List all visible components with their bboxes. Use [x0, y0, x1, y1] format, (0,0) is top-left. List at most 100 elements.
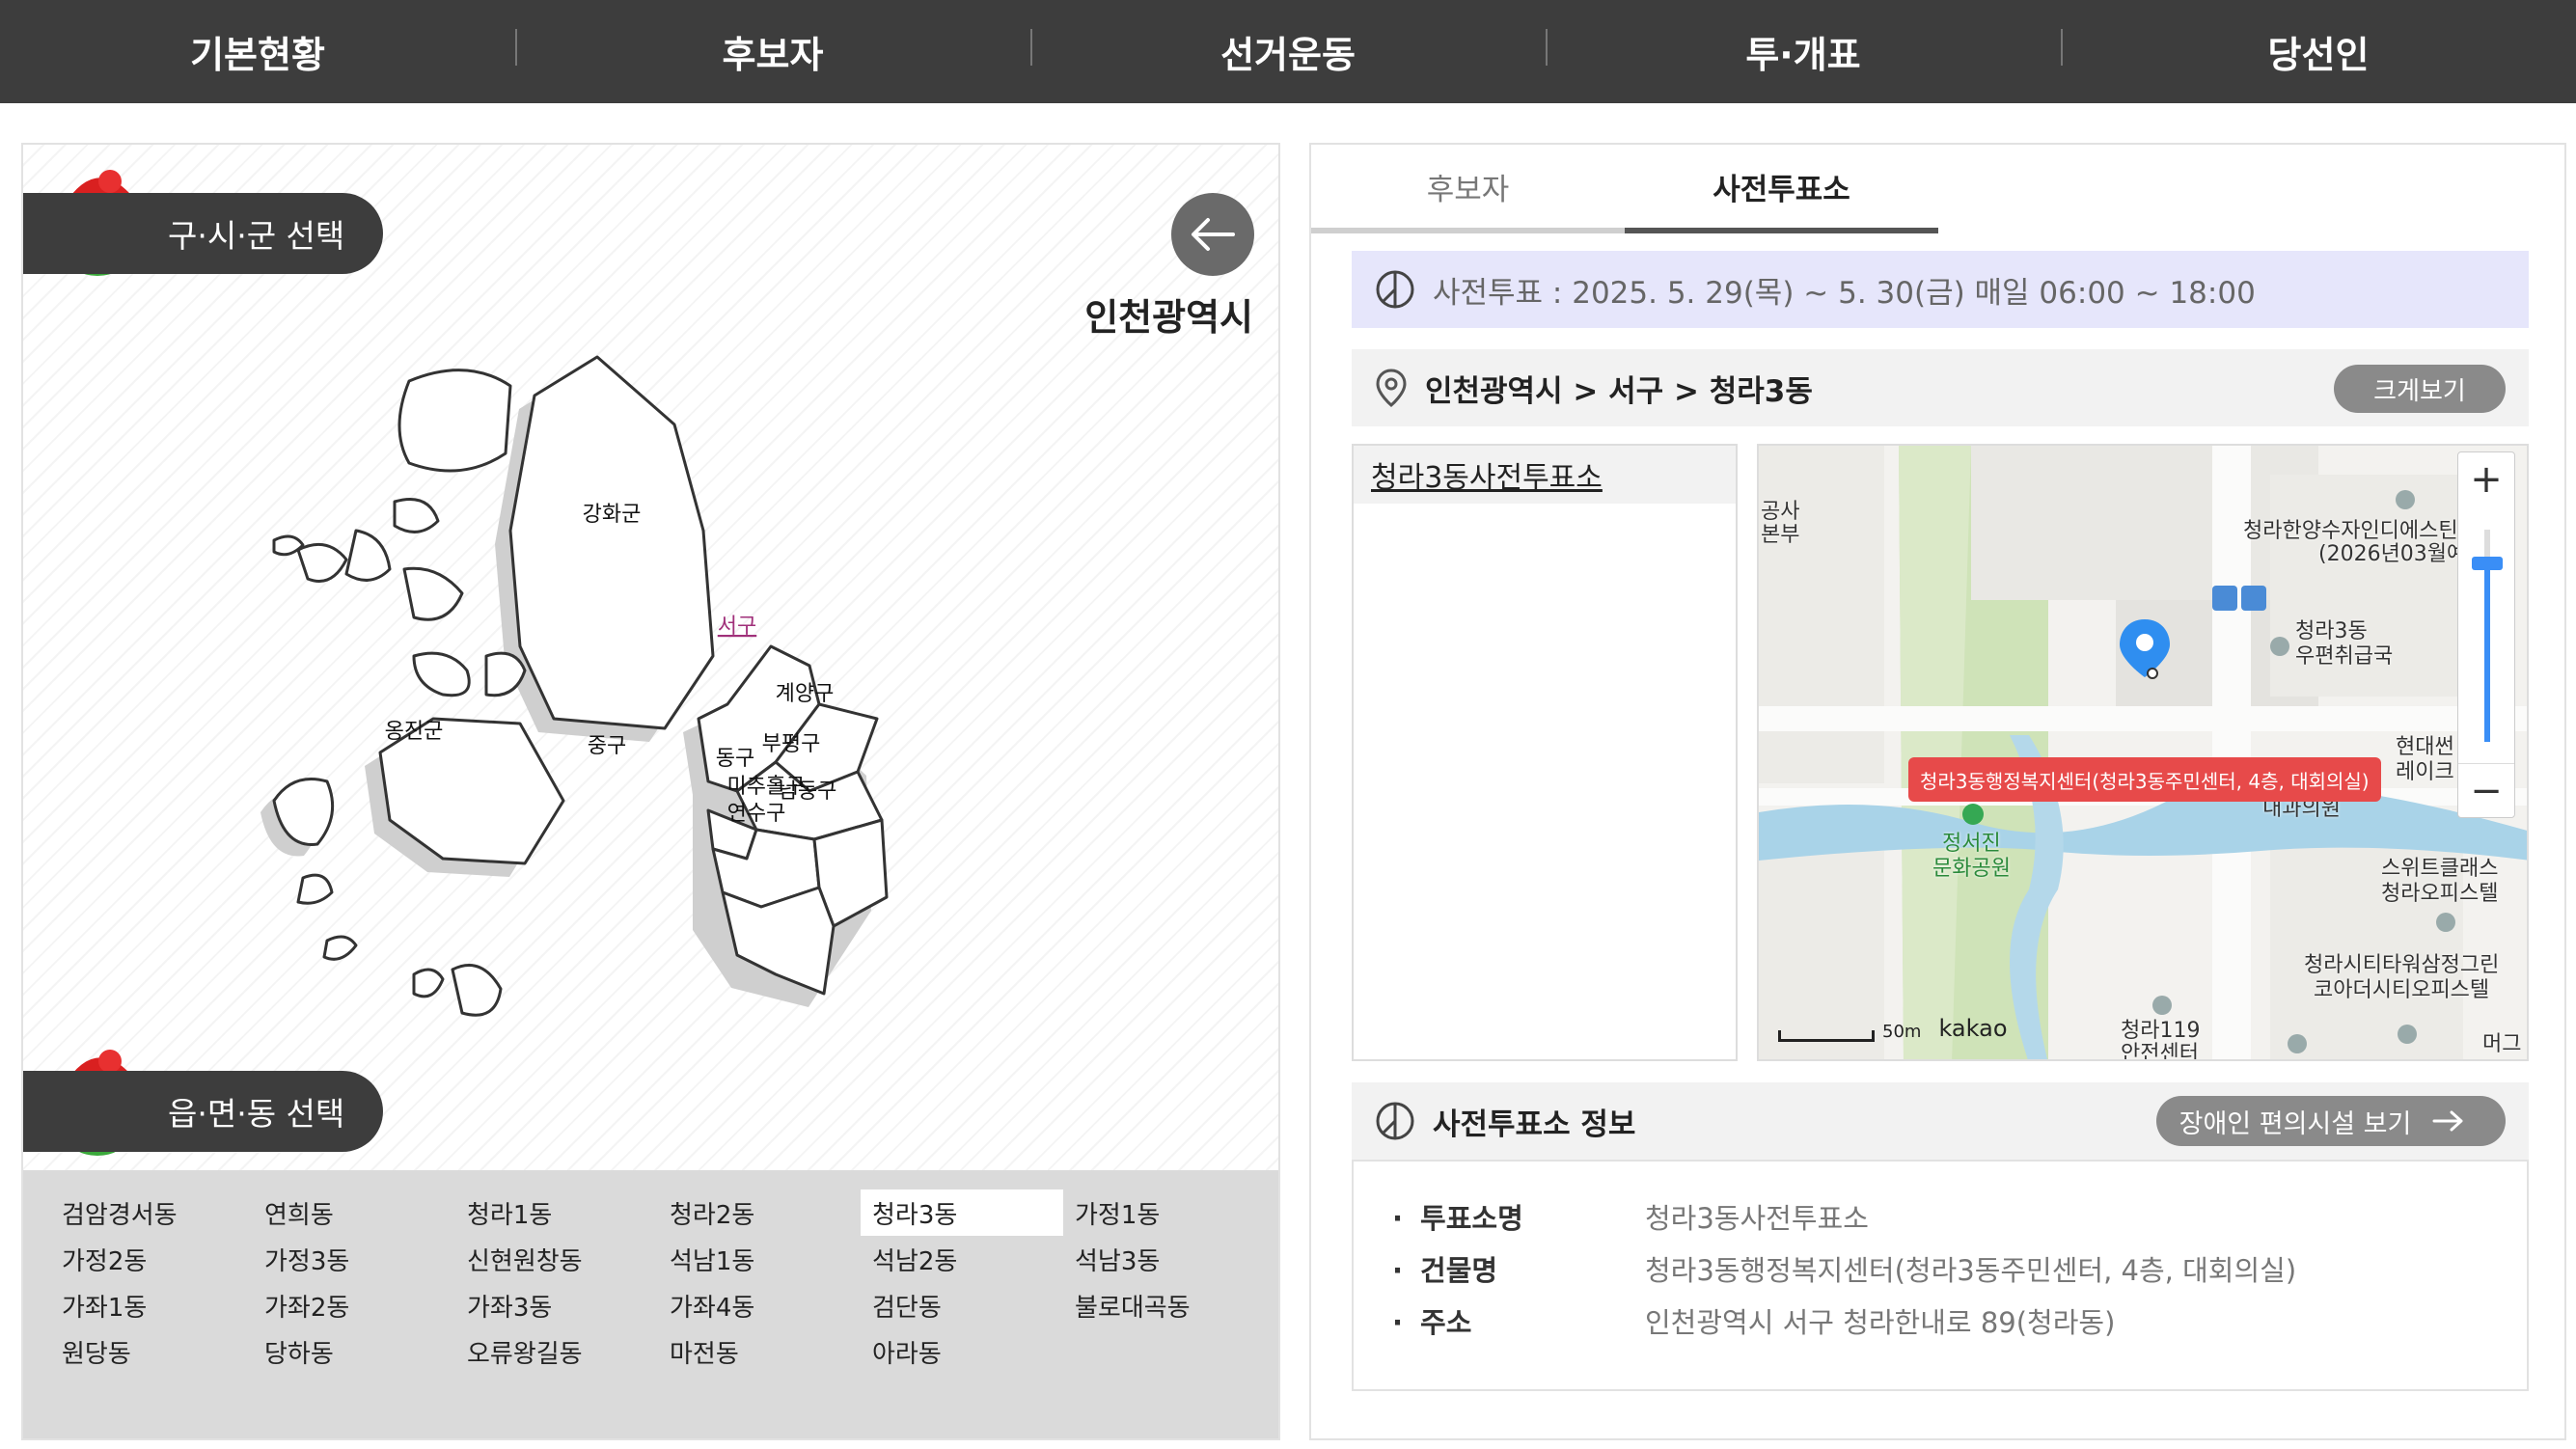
- dong-item[interactable]: 아라동: [861, 1328, 1063, 1375]
- dong-item[interactable]: 연희동: [253, 1189, 455, 1236]
- station-info-header: 사전투표소 정보 장애인 편의시설 보기: [1352, 1082, 2529, 1160]
- zoom-control: + −: [2457, 451, 2515, 818]
- dong-item[interactable]: 청라1동: [455, 1189, 658, 1236]
- dong-select-label: 읍·면·동 선택: [23, 1071, 384, 1152]
- early-voting-period-text: 사전투표 : 2025. 5. 29(목) ~ 5. 30(금) 매일 06:0…: [1433, 275, 2256, 311]
- map-label: 청라시티타워삼정그린: [2304, 953, 2500, 977]
- map-label: 스위트클래스: [2381, 857, 2499, 881]
- map-label: 안전센터: [2121, 1042, 2199, 1061]
- map-scale-bar: 50m kakao: [1778, 1015, 2008, 1042]
- dong-item[interactable]: 가좌1동: [50, 1282, 253, 1328]
- dong-item[interactable]: 검단동: [861, 1282, 1063, 1328]
- info-value: 청라3동사전투표소: [1645, 1202, 1869, 1235]
- dong-item[interactable]: 원당동: [50, 1328, 253, 1375]
- dong-item[interactable]: 석남3동: [1063, 1236, 1266, 1282]
- nav-basic-status[interactable]: 기본현황: [0, 0, 515, 103]
- dong-item[interactable]: 오류왕길동: [455, 1328, 658, 1375]
- ballot-icon: [1376, 270, 1414, 309]
- enlarge-map-button[interactable]: 크게보기: [2334, 365, 2506, 413]
- dong-item[interactable]: 신현원창동: [455, 1236, 658, 1282]
- map-label-gyeyang[interactable]: 계양구: [776, 682, 835, 706]
- map-label-ongjin[interactable]: 옹진군: [385, 720, 444, 744]
- dong-item[interactable]: 가좌4동: [658, 1282, 861, 1328]
- zoom-slider-handle[interactable]: [2472, 557, 2503, 570]
- tab-early-voting-stations[interactable]: 사전투표소: [1625, 145, 1938, 233]
- arrow-left-icon: [1192, 218, 1235, 251]
- dong-item[interactable]: 가정1동: [1063, 1189, 1266, 1236]
- dong-item[interactable]: 가정3동: [253, 1236, 455, 1282]
- map-label-yeonsu[interactable]: 연수구: [727, 802, 786, 826]
- dong-item[interactable]: 석남2동: [861, 1236, 1063, 1282]
- station-list: 청라3동사전투표소: [1352, 444, 1738, 1061]
- station-item[interactable]: 청라3동사전투표소: [1354, 446, 1736, 504]
- accessibility-facilities-button[interactable]: 장애인 편의시설 보기: [2156, 1096, 2506, 1146]
- dong-item[interactable]: 당하동: [253, 1328, 455, 1375]
- zoom-level-fill: [2484, 563, 2490, 742]
- arrow-right-icon: [2432, 1110, 2463, 1132]
- dong-item[interactable]: 검암경서동: [50, 1189, 253, 1236]
- map-label: 공사: [1761, 500, 1800, 524]
- info-key: 건물명: [1392, 1248, 1645, 1289]
- zoom-out-button[interactable]: −: [2458, 763, 2514, 817]
- kakao-map[interactable]: 청라한양수자인디에스틴 (2026년03월예 청라3동 우편취급국 현대썬 레이…: [1757, 444, 2529, 1061]
- dong-item[interactable]: 청라3동: [861, 1189, 1063, 1236]
- map-label: (2026년03월예: [2318, 542, 2467, 566]
- dong-item[interactable]: 청라2동: [658, 1189, 861, 1236]
- map-label-junggu[interactable]: 중구: [588, 734, 626, 758]
- incheon-district-map: 강화군 서구 계양구 옹진군 중구 부평구 동구 미추홀구 남동구 연수구: [260, 355, 889, 1017]
- map-label-seogu[interactable]: 서구: [718, 615, 756, 639]
- map-label: 청라119: [2121, 1019, 2201, 1043]
- dong-item[interactable]: 석남1동: [658, 1236, 861, 1282]
- back-button[interactable]: [1171, 193, 1254, 276]
- info-key: 투표소명: [1392, 1196, 1645, 1237]
- map-label: 머그: [2482, 1032, 2522, 1056]
- map-label: 청라3동: [2295, 619, 2368, 643]
- accessibility-facilities-label: 장애인 편의시설 보기: [2179, 1108, 2412, 1139]
- map-label: 청라한양수자인디에스틴: [2243, 519, 2458, 543]
- early-voting-period: 사전투표 : 2025. 5. 29(목) ~ 5. 30(금) 매일 06:0…: [1352, 251, 2529, 328]
- dong-item[interactable]: 가정2동: [50, 1236, 253, 1282]
- nav-candidates[interactable]: 후보자: [515, 0, 1030, 103]
- map-label: 청라오피스텔: [2381, 882, 2499, 906]
- location-breadcrumb-bar: 인천광역시 > 서구 > 청라3동 크게보기: [1352, 349, 2529, 426]
- info-row-address: 주소 인천광역시 서구 청라한내로 89(청라동): [1392, 1295, 2527, 1347]
- polling-station-panel: 후보자 사전투표소 사전투표 : 2025. 5. 29(목) ~ 5. 30(…: [1309, 143, 2566, 1440]
- info-row-station-name: 투표소명 청라3동사전투표소: [1392, 1190, 2527, 1243]
- dong-item[interactable]: 가좌3동: [455, 1282, 658, 1328]
- station-info-box: 투표소명 청라3동사전투표소 건물명 청라3동행정복지센터(청라3동주민센터, …: [1352, 1160, 2529, 1391]
- dong-list-area: 검암경서동 연희동 청라1동 청라2동 청라3동 가정1동가정2동 가정3동 신현원창동 석남1…: [23, 1170, 1278, 1438]
- tab-candidates[interactable]: 후보자: [1311, 145, 1625, 233]
- dong-item[interactable]: 불로대곡동: [1063, 1282, 1266, 1328]
- nav-voting-counting[interactable]: 투·개표: [1546, 0, 2061, 103]
- info-key: 주소: [1392, 1300, 1645, 1341]
- map-label-namdong[interactable]: 남동구: [779, 779, 837, 804]
- region-selector-panel: 구·시·군 선택 인천광역시 강화군 서구 계양구 옹진군 중구 부평구 동구 …: [21, 143, 1280, 1440]
- map-label: 코아더시티오피스텔: [2314, 978, 2490, 1002]
- info-value: 인천광역시 서구 청라한내로 89(청라동): [1645, 1306, 2116, 1339]
- region-title: 인천광역시: [1084, 296, 1253, 339]
- map-label-donggu[interactable]: 동구: [716, 747, 754, 771]
- map-region-ganghwa: [508, 355, 715, 730]
- tab-bar: 후보자 사전투표소: [1311, 145, 1938, 233]
- nav-campaign[interactable]: 선거운동: [1030, 0, 1546, 103]
- map-label: 레이크: [2396, 760, 2454, 784]
- nav-winners[interactable]: 당선인: [2061, 0, 2576, 103]
- info-value: 청라3동행정복지센터(청라3동주민센터, 4층, 대회의실): [1645, 1254, 2297, 1287]
- dong-item[interactable]: 마전동: [658, 1328, 861, 1375]
- dong-grid: 검암경서동 연희동 청라1동 청라2동 청라3동 가정1동 가정2동 가정3동 신현원창동 석남1…: [50, 1189, 1251, 1375]
- map-label: 현대썬: [2396, 735, 2454, 759]
- map-label: 우편취급국: [2295, 644, 2394, 669]
- dong-item[interactable]: 가좌2동: [253, 1282, 455, 1328]
- district-select-label: 구·시·군 선택: [23, 193, 384, 274]
- station-info-title: 사전투표소 정보: [1433, 1107, 1636, 1142]
- region-map-area: 구·시·군 선택 인천광역시 강화군 서구 계양구 옹진군 중구 부평구 동구 …: [23, 145, 1278, 1170]
- station-popup[interactable]: 청라3동행정복지센터(청라3동주민센터, 4층, 대회의실): [1908, 757, 2381, 802]
- scale-line: [1778, 1030, 1875, 1042]
- ballot-icon: [1376, 1102, 1414, 1140]
- zoom-in-button[interactable]: +: [2458, 452, 2514, 506]
- info-row-building: 건물명 청라3동행정복지센터(청라3동주민센터, 4층, 대회의실): [1392, 1243, 2527, 1295]
- breadcrumb: 인천광역시 > 서구 > 청라3동: [1425, 373, 1813, 409]
- top-nav: 기본현황 후보자 선거운동 투·개표 당선인: [0, 0, 2576, 103]
- map-label-ganghwa[interactable]: 강화군: [583, 503, 642, 527]
- map-label-bupyeong[interactable]: 부평구: [762, 732, 821, 756]
